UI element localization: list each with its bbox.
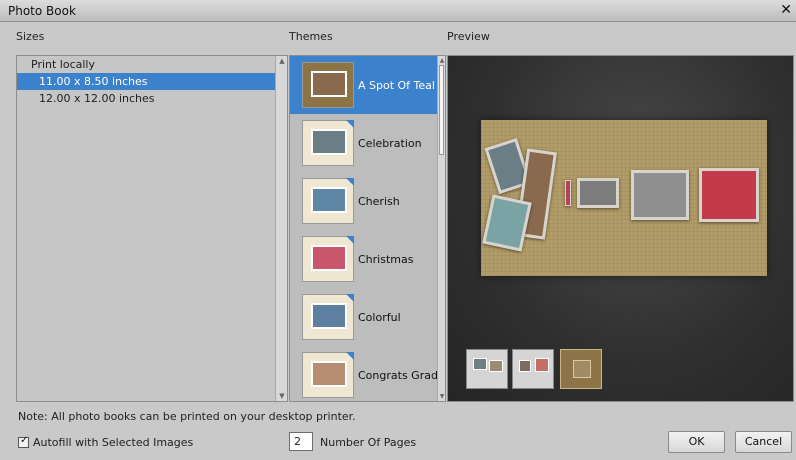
preview-photo bbox=[565, 180, 571, 206]
ok-button[interactable]: OK bbox=[668, 431, 725, 453]
size-option[interactable]: 11.00 x 8.50 inches bbox=[17, 73, 275, 90]
scroll-up-arrow-icon[interactable]: ▲ bbox=[276, 57, 288, 65]
theme-thumbnail bbox=[302, 294, 354, 340]
sizes-list-panel[interactable]: Print locally 11.00 x 8.50 inches 12.00 x … bbox=[16, 55, 288, 402]
theme-label: Cherish bbox=[358, 195, 400, 208]
window-title: Photo Book bbox=[8, 4, 76, 18]
theme-label: Colorful bbox=[358, 311, 401, 324]
number-of-pages-label: Number Of Pages bbox=[320, 436, 417, 449]
theme-thumbnail bbox=[302, 178, 354, 224]
themes-label: Themes bbox=[289, 30, 333, 43]
printer-note: Note: All photo books can be printed on … bbox=[18, 410, 356, 423]
page-thumbnail-1[interactable] bbox=[466, 349, 508, 389]
theme-item[interactable]: Christmas bbox=[290, 230, 439, 288]
theme-thumbnail-photo bbox=[311, 71, 347, 97]
theme-thumbnail-photo bbox=[311, 361, 347, 387]
scrollbar-thumb[interactable] bbox=[439, 65, 444, 155]
sizes-label: Sizes bbox=[16, 30, 45, 43]
close-icon[interactable]: ✕ bbox=[780, 2, 792, 18]
theme-thumbnail-photo bbox=[311, 187, 347, 213]
theme-item[interactable]: A Spot Of Teal bbox=[290, 56, 439, 114]
download-corner-icon bbox=[346, 120, 354, 128]
themes-list[interactable]: A Spot Of Teal Celebration Cherish Christma… bbox=[290, 56, 439, 401]
theme-item[interactable]: Celebration bbox=[290, 114, 439, 172]
theme-label: Celebration bbox=[358, 137, 422, 150]
themes-scrollbar[interactable]: ▲ ▼ bbox=[437, 56, 445, 401]
download-corner-icon bbox=[346, 294, 354, 302]
sizes-scrollbar[interactable]: ▲ ▼ bbox=[275, 56, 287, 401]
theme-thumbnail bbox=[302, 120, 354, 166]
scroll-down-arrow-icon[interactable]: ▼ bbox=[276, 392, 288, 400]
page-thumbnail-3[interactable] bbox=[560, 349, 602, 389]
size-group-label[interactable]: Print locally bbox=[17, 56, 275, 73]
photo-book-spread-preview bbox=[481, 120, 767, 276]
number-of-pages-input[interactable]: 2 bbox=[289, 432, 313, 451]
checkmark-icon: ✓ bbox=[20, 435, 29, 446]
theme-label: Christmas bbox=[358, 253, 414, 266]
title-bar[interactable]: Photo Book ✕ bbox=[0, 0, 796, 22]
theme-label: Congrats Grad... bbox=[358, 369, 438, 382]
download-corner-icon bbox=[346, 352, 354, 360]
themes-list-panel[interactable]: A Spot Of Teal Celebration Cherish Christma… bbox=[289, 55, 446, 402]
preview-photo bbox=[631, 170, 689, 220]
autofill-checkbox[interactable]: ✓ Autofill with Selected Images bbox=[18, 435, 193, 449]
preview-label: Preview bbox=[447, 30, 490, 43]
checkbox-box[interactable]: ✓ bbox=[18, 435, 29, 448]
size-option[interactable]: 12.00 x 12.00 inches bbox=[17, 90, 275, 107]
theme-thumbnail bbox=[302, 62, 354, 108]
theme-item[interactable]: Colorful bbox=[290, 288, 439, 346]
theme-thumbnail-photo bbox=[311, 245, 347, 271]
download-corner-icon bbox=[346, 236, 354, 244]
download-corner-icon bbox=[346, 178, 354, 186]
theme-label: A Spot Of Teal bbox=[358, 79, 435, 92]
cancel-button[interactable]: Cancel bbox=[735, 431, 792, 453]
scroll-up-arrow-icon[interactable]: ▲ bbox=[438, 57, 445, 64]
theme-thumbnail-photo bbox=[311, 129, 347, 155]
autofill-label[interactable]: Autofill with Selected Images bbox=[33, 436, 193, 449]
preview-panel bbox=[447, 55, 794, 402]
theme-thumbnail bbox=[302, 352, 354, 398]
theme-thumbnail-photo bbox=[311, 303, 347, 329]
sizes-list[interactable]: Print locally 11.00 x 8.50 inches 12.00 x … bbox=[17, 56, 275, 401]
theme-item[interactable]: Congrats Grad... bbox=[290, 346, 439, 401]
scroll-down-arrow-icon[interactable]: ▼ bbox=[438, 393, 445, 400]
preview-photo bbox=[482, 194, 532, 252]
theme-thumbnail bbox=[302, 236, 354, 282]
page-thumbnail-2[interactable] bbox=[512, 349, 554, 389]
preview-photo bbox=[577, 178, 619, 208]
preview-photo bbox=[699, 168, 759, 222]
theme-item[interactable]: Cherish bbox=[290, 172, 439, 230]
